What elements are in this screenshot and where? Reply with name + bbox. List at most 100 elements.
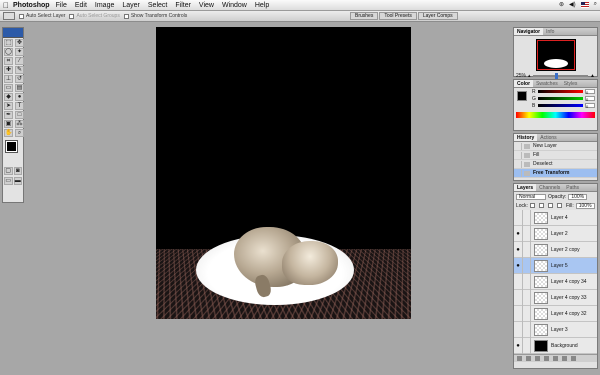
menu-file[interactable]: File bbox=[56, 2, 67, 9]
layer-visibility-box[interactable] bbox=[514, 305, 523, 322]
checkbox-box[interactable] bbox=[123, 13, 129, 19]
red-value-field[interactable]: 0 bbox=[585, 89, 595, 95]
auto-select-layer-checkbox[interactable]: Auto Select Layer bbox=[19, 13, 65, 19]
layer-link-box[interactable] bbox=[523, 305, 531, 322]
link-layers-icon[interactable] bbox=[517, 356, 522, 361]
eraser-tool-icon[interactable]: ▭ bbox=[4, 84, 13, 92]
path-selection-tool-icon[interactable]: ➤ bbox=[4, 102, 13, 110]
gradient-tool-icon[interactable]: ▤ bbox=[15, 84, 24, 92]
crop-tool-icon[interactable]: ⌗ bbox=[4, 57, 13, 65]
tool-preset-picker[interactable] bbox=[3, 12, 15, 20]
history-item[interactable]: Deselect bbox=[514, 160, 597, 169]
magic-wand-tool-icon[interactable]: ✦ bbox=[15, 48, 24, 56]
status-icon[interactable]: ⊛ bbox=[559, 1, 564, 8]
history-item[interactable]: New Layer bbox=[514, 142, 597, 151]
layer-row[interactable]: Layer 3 bbox=[514, 321, 597, 338]
dodge-tool-icon[interactable]: ● bbox=[15, 93, 24, 101]
eye-icon[interactable]: ● bbox=[514, 257, 523, 274]
history-source-box[interactable] bbox=[514, 151, 522, 159]
move-tool-icon[interactable]: ✥ bbox=[15, 39, 24, 47]
layer-row[interactable]: ● Layer 2 copy bbox=[514, 241, 597, 258]
blue-slider[interactable] bbox=[538, 104, 583, 107]
lock-pixels-icon[interactable] bbox=[538, 203, 544, 208]
menu-edit[interactable]: Edit bbox=[75, 2, 87, 9]
zoom-tool-icon[interactable]: ⌕ bbox=[15, 129, 24, 137]
green-value-field[interactable]: 0 bbox=[585, 96, 595, 102]
layer-visibility-box[interactable] bbox=[514, 273, 523, 290]
layer-link-box[interactable] bbox=[523, 337, 531, 354]
layer-link-box[interactable] bbox=[523, 289, 531, 306]
layer-row[interactable]: Layer 4 copy 33 bbox=[514, 289, 597, 306]
zoom-slider[interactable] bbox=[532, 73, 589, 79]
lock-transparency-icon[interactable] bbox=[529, 203, 535, 208]
tab-paths[interactable]: Paths bbox=[563, 184, 582, 191]
layer-link-box[interactable] bbox=[523, 225, 531, 242]
tab-styles[interactable]: Styles bbox=[561, 80, 581, 87]
apple-menu-icon[interactable]:  bbox=[3, 1, 13, 10]
input-menu-flag-icon[interactable] bbox=[580, 1, 589, 8]
new-group-icon[interactable] bbox=[544, 356, 549, 361]
screen-mode-full-icon[interactable]: ▬ bbox=[13, 177, 22, 185]
pen-tool-icon[interactable]: ✒ bbox=[4, 111, 13, 119]
tab-navigator[interactable]: Navigator bbox=[514, 28, 544, 35]
menu-select[interactable]: Select bbox=[148, 2, 167, 9]
layer-row[interactable]: ● Layer 2 bbox=[514, 225, 597, 242]
menu-filter[interactable]: Filter bbox=[175, 2, 191, 9]
eye-icon[interactable]: ● bbox=[514, 337, 523, 354]
auto-select-groups-checkbox[interactable]: Auto Select Groups bbox=[69, 13, 120, 19]
toolbox-header-logo[interactable] bbox=[3, 28, 23, 38]
checkbox-box[interactable] bbox=[69, 13, 75, 19]
volume-icon[interactable]: ◀) bbox=[569, 1, 576, 8]
history-item[interactable]: Fill bbox=[514, 151, 597, 160]
foreground-color-swatch[interactable] bbox=[5, 140, 18, 153]
brush-link-icon[interactable] bbox=[523, 257, 531, 274]
blend-mode-select[interactable]: Normal bbox=[516, 193, 546, 200]
document-canvas[interactable] bbox=[156, 27, 411, 319]
new-layer-icon[interactable] bbox=[562, 356, 567, 361]
menu-window[interactable]: Window bbox=[222, 2, 247, 9]
marquee-tool-icon[interactable]: ⬚ bbox=[4, 39, 13, 47]
layer-link-box[interactable] bbox=[523, 273, 531, 290]
tab-color[interactable]: Color bbox=[514, 80, 534, 87]
healing-brush-tool-icon[interactable]: ✚ bbox=[4, 66, 13, 74]
eye-icon[interactable]: ● bbox=[514, 225, 523, 242]
tab-channels[interactable]: Channels bbox=[536, 184, 563, 191]
layer-visibility-box[interactable] bbox=[514, 321, 523, 338]
green-slider[interactable] bbox=[538, 97, 583, 100]
tab-swatches[interactable]: Swatches bbox=[533, 80, 561, 87]
red-slider[interactable] bbox=[538, 90, 583, 93]
layer-mask-icon[interactable] bbox=[535, 356, 540, 361]
eye-icon[interactable]: ● bbox=[514, 241, 523, 258]
brush-tool-icon[interactable]: ✎ bbox=[15, 66, 24, 74]
layer-row-background[interactable]: ● Background bbox=[514, 337, 597, 354]
blur-tool-icon[interactable]: ◆ bbox=[4, 93, 13, 101]
history-item-selected[interactable]: Free Transform bbox=[514, 169, 597, 178]
clone-stamp-tool-icon[interactable]: ⊥ bbox=[4, 75, 13, 83]
lock-all-icon[interactable] bbox=[556, 203, 562, 208]
layer-row[interactable]: Layer 4 copy 32 bbox=[514, 305, 597, 322]
lasso-tool-icon[interactable]: ◯ bbox=[4, 48, 13, 56]
layer-row-selected[interactable]: ● Layer 5 bbox=[514, 257, 597, 274]
slice-tool-icon[interactable]: ⁄ bbox=[15, 57, 24, 65]
checkbox-box[interactable] bbox=[19, 13, 24, 19]
hand-tool-icon[interactable]: ✋ bbox=[4, 129, 13, 137]
fill-field[interactable]: 100% bbox=[575, 202, 595, 209]
screen-mode-standard-icon[interactable]: ▭ bbox=[4, 177, 13, 185]
well-tab-layer-comps[interactable]: Layer Comps bbox=[417, 12, 458, 20]
lock-position-icon[interactable] bbox=[547, 203, 553, 208]
layer-link-box[interactable] bbox=[523, 241, 531, 258]
navigator-view-box[interactable] bbox=[536, 40, 575, 70]
opacity-field[interactable]: 100% bbox=[568, 193, 588, 200]
quick-mask-mode-icon[interactable]: ◙ bbox=[13, 167, 22, 175]
shape-tool-icon[interactable]: □ bbox=[15, 111, 24, 119]
history-source-box[interactable] bbox=[514, 160, 522, 168]
menu-image[interactable]: Image bbox=[95, 2, 114, 9]
type-tool-icon[interactable]: T bbox=[15, 102, 24, 110]
tab-history[interactable]: History bbox=[514, 134, 538, 141]
menu-layer[interactable]: Layer bbox=[122, 2, 140, 9]
tab-actions[interactable]: Actions bbox=[537, 134, 559, 141]
well-tab-brushes[interactable]: Brushes bbox=[350, 12, 379, 20]
adjustment-layer-icon[interactable] bbox=[553, 356, 558, 361]
history-source-box[interactable] bbox=[514, 142, 522, 150]
app-menu[interactable]: Photoshop bbox=[13, 2, 50, 9]
